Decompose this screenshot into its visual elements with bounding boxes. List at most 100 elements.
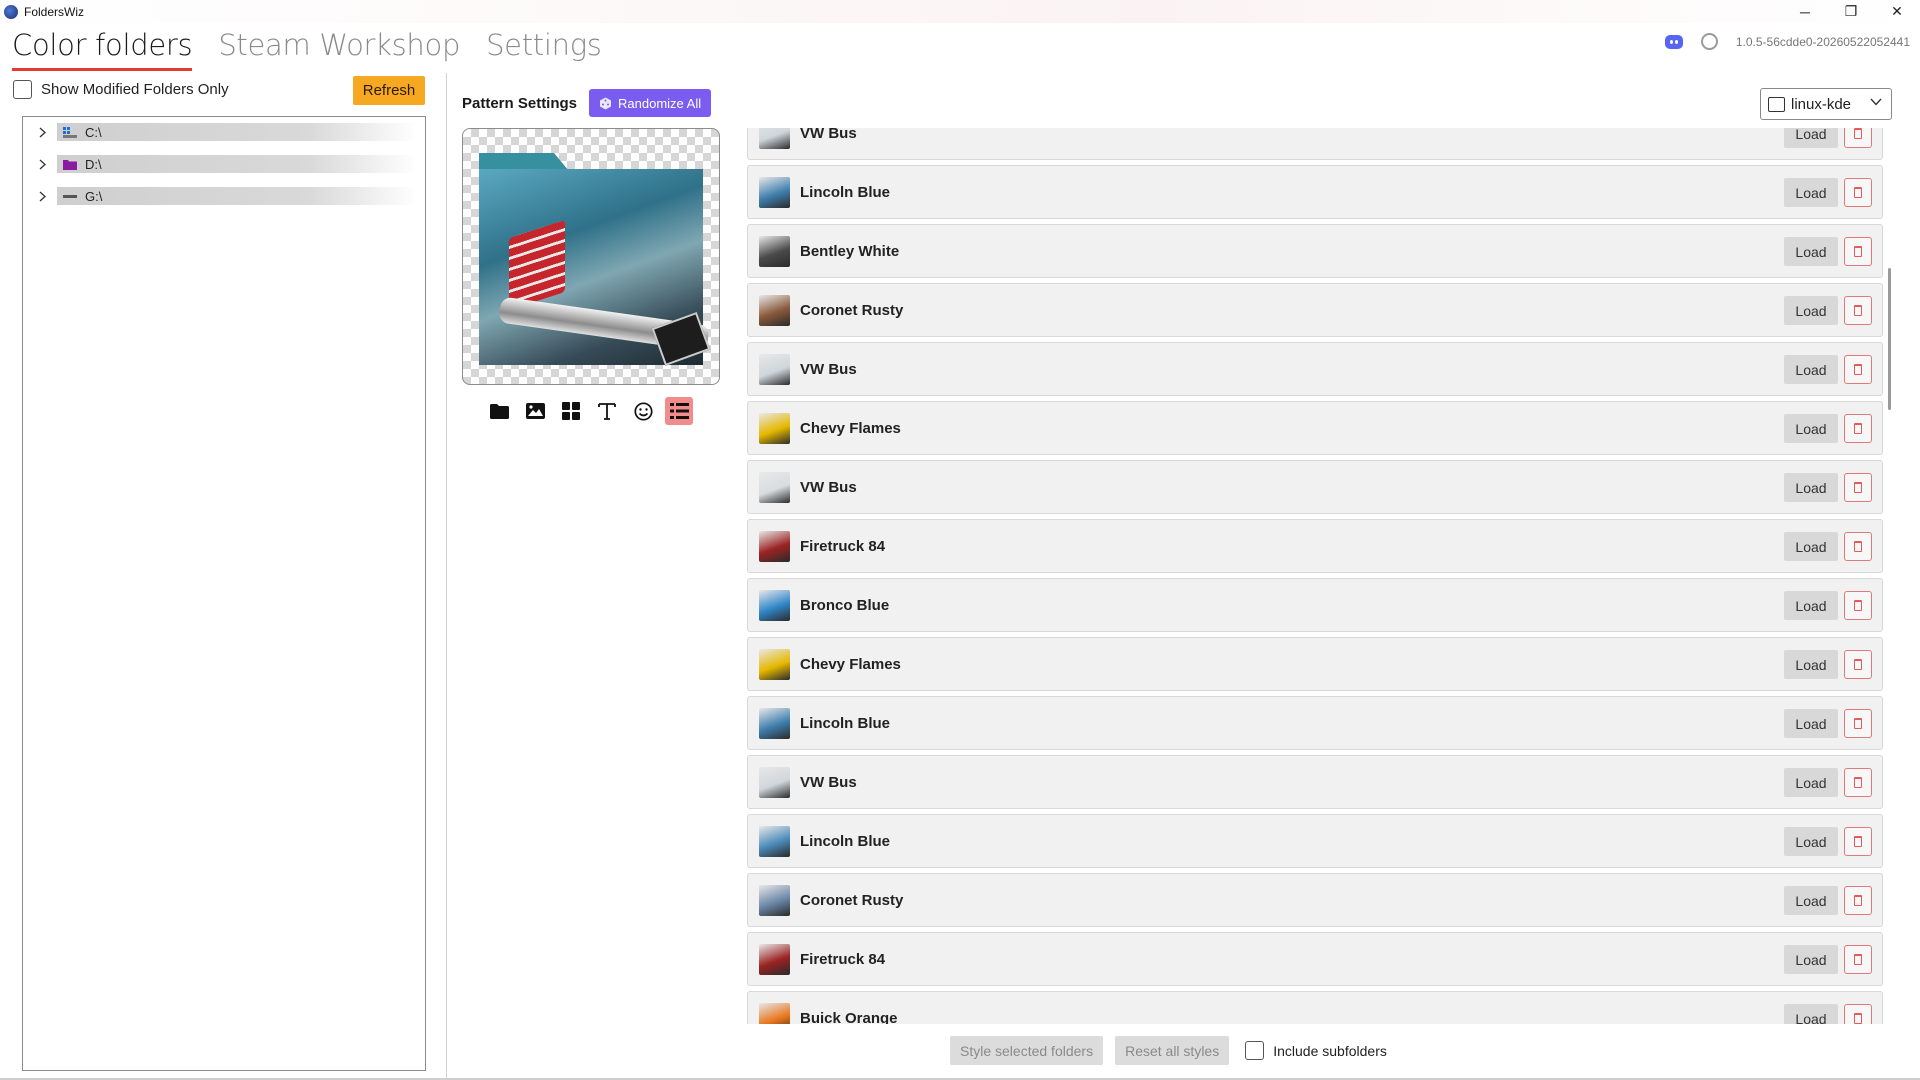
preset-name: Coronet Rusty xyxy=(800,301,904,319)
delete-button[interactable] xyxy=(1844,945,1872,974)
preset-thumbnail xyxy=(759,1002,790,1024)
delete-button[interactable] xyxy=(1844,237,1872,266)
trash-icon xyxy=(1854,128,1862,139)
version-label: 1.0.5-56cdde0-20260522052441 xyxy=(1735,34,1910,49)
preset-row[interactable]: Chevy Flames Load xyxy=(747,401,1883,455)
delete-button[interactable] xyxy=(1844,768,1872,797)
preset-name: Lincoln Blue xyxy=(800,714,890,732)
drive-icon xyxy=(63,194,77,198)
delete-button[interactable] xyxy=(1844,128,1872,148)
tab-settings[interactable]: Settings xyxy=(486,28,602,71)
tree-item-d-drive[interactable]: D:\ xyxy=(23,154,423,174)
delete-button[interactable] xyxy=(1844,650,1872,679)
tree-item-g-drive[interactable]: G:\ xyxy=(23,186,423,206)
load-button[interactable]: Load xyxy=(1784,709,1838,738)
preset-row[interactable]: Lincoln Blue Load xyxy=(747,696,1883,750)
preset-row[interactable]: Coronet Rusty Load xyxy=(747,283,1883,337)
preset-name: Lincoln Blue xyxy=(800,832,890,850)
include-subfolders-row[interactable]: Include subfolders xyxy=(1245,1041,1387,1060)
preset-row[interactable]: Lincoln Blue Load xyxy=(747,814,1883,868)
chevron-right-icon[interactable] xyxy=(37,159,47,169)
folder-tool-icon[interactable] xyxy=(485,397,513,425)
delete-button[interactable] xyxy=(1844,532,1872,561)
load-button[interactable]: Load xyxy=(1784,473,1838,502)
theme-select[interactable]: linux-kde xyxy=(1760,88,1892,120)
trash-icon xyxy=(1854,541,1862,552)
load-button[interactable]: Load xyxy=(1784,945,1838,974)
delete-button[interactable] xyxy=(1844,178,1872,207)
include-subfolders-checkbox[interactable] xyxy=(1245,1041,1265,1060)
load-button[interactable]: Load xyxy=(1784,886,1838,915)
globe-icon[interactable] xyxy=(1700,33,1718,50)
folder-tree: C:\ D:\ G:\ xyxy=(22,116,426,1071)
delete-button[interactable] xyxy=(1844,886,1872,915)
tab-steam-workshop[interactable]: Steam Workshop xyxy=(218,28,460,71)
delete-button[interactable] xyxy=(1844,1004,1872,1024)
load-button[interactable]: Load xyxy=(1784,532,1838,561)
pattern-settings-header: Pattern Settings Randomize All xyxy=(462,89,712,117)
preset-row[interactable]: Buick Orange Load xyxy=(747,991,1883,1024)
tree-item-c-drive[interactable]: C:\ xyxy=(23,122,423,142)
preset-name: Bronco Blue xyxy=(800,596,890,614)
title-bar: FoldersWiz ─ ❐ ✕ xyxy=(0,0,1920,23)
reset-all-styles-button[interactable]: Reset all styles xyxy=(1115,1036,1230,1065)
preset-row[interactable]: Lincoln Blue Load xyxy=(747,165,1883,219)
load-button[interactable]: Load xyxy=(1784,178,1838,207)
list-tool-icon[interactable] xyxy=(665,397,693,425)
preset-thumbnail xyxy=(759,294,790,326)
load-button[interactable]: Load xyxy=(1784,827,1838,856)
load-button[interactable]: Load xyxy=(1784,650,1838,679)
randomize-all-button[interactable]: Randomize All xyxy=(589,89,712,117)
preset-row[interactable]: Bronco Blue Load xyxy=(747,578,1883,632)
preset-list-scrollbar[interactable] xyxy=(1888,268,1891,410)
preset-row[interactable]: Bentley White Load xyxy=(747,224,1883,278)
preset-row[interactable]: VW Bus Load xyxy=(747,342,1883,396)
load-button[interactable]: Load xyxy=(1784,1004,1838,1024)
delete-button[interactable] xyxy=(1844,827,1872,856)
refresh-button[interactable]: Refresh xyxy=(353,76,425,105)
show-modified-label: Show Modified Folders Only xyxy=(41,81,229,98)
chevron-right-icon[interactable] xyxy=(37,127,47,137)
drive-name: G:\ xyxy=(85,188,103,204)
preset-thumbnail xyxy=(759,412,790,444)
minimize-button[interactable]: ─ xyxy=(1782,0,1828,23)
load-button[interactable]: Load xyxy=(1784,414,1838,443)
emoji-tool-icon[interactable] xyxy=(629,397,657,425)
restore-button[interactable]: ❐ xyxy=(1828,0,1874,23)
grid-tool-icon[interactable] xyxy=(557,397,585,425)
load-button[interactable]: Load xyxy=(1784,355,1838,384)
show-modified-checkbox[interactable] xyxy=(13,80,32,99)
delete-button[interactable] xyxy=(1844,296,1872,325)
style-selected-folders-button[interactable]: Style selected folders xyxy=(950,1036,1104,1065)
preset-row[interactable]: Firetruck 84 Load xyxy=(747,519,1883,573)
delete-button[interactable] xyxy=(1844,355,1872,384)
delete-button[interactable] xyxy=(1844,709,1872,738)
preset-row[interactable]: VW Bus Load xyxy=(747,460,1883,514)
preset-name: Buick Orange xyxy=(800,1009,898,1025)
drive-name: C:\ xyxy=(85,124,102,140)
preset-row[interactable]: Firetruck 84 Load xyxy=(747,932,1883,986)
text-tool-icon[interactable] xyxy=(593,397,621,425)
load-button[interactable]: Load xyxy=(1784,296,1838,325)
tab-color-folders[interactable]: Color folders xyxy=(12,28,193,71)
trash-icon xyxy=(1854,954,1862,965)
load-button[interactable]: Load xyxy=(1784,128,1838,148)
preset-thumbnail xyxy=(759,353,790,385)
close-button[interactable]: ✕ xyxy=(1874,0,1920,23)
load-button[interactable]: Load xyxy=(1784,237,1838,266)
show-modified-checkbox-row[interactable]: Show Modified Folders Only xyxy=(13,80,229,99)
preset-name: VW Bus xyxy=(800,478,857,496)
load-button[interactable]: Load xyxy=(1784,591,1838,620)
preset-thumbnail xyxy=(759,825,790,857)
delete-button[interactable] xyxy=(1844,414,1872,443)
preset-row[interactable]: VW Bus Load xyxy=(747,128,1883,160)
preset-row[interactable]: Chevy Flames Load xyxy=(747,637,1883,691)
delete-button[interactable] xyxy=(1844,591,1872,620)
delete-button[interactable] xyxy=(1844,473,1872,502)
preset-row[interactable]: VW Bus Load xyxy=(747,755,1883,809)
discord-icon[interactable] xyxy=(1664,34,1683,49)
chevron-right-icon[interactable] xyxy=(37,191,47,201)
preset-row[interactable]: Coronet Rusty Load xyxy=(747,873,1883,927)
load-button[interactable]: Load xyxy=(1784,768,1838,797)
image-tool-icon[interactable] xyxy=(521,397,549,425)
